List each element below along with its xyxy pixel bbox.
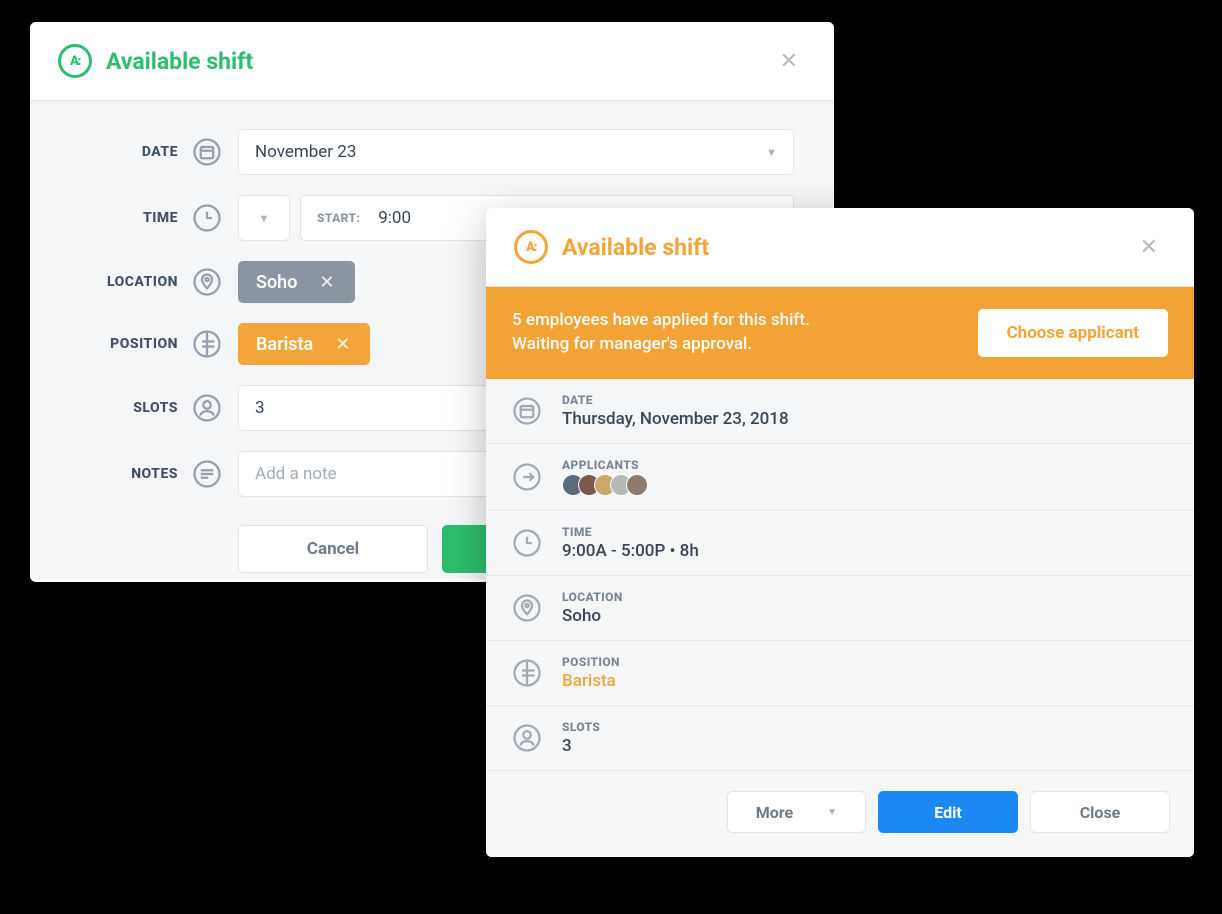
slots-value: 3	[255, 398, 265, 418]
detail-applicants-row: APPLICANTS	[486, 444, 1194, 511]
detail-location-row: LOCATION Soho	[486, 576, 1194, 641]
time-label: TIME	[562, 525, 1170, 539]
position-value: Barista	[562, 671, 1170, 691]
chevron-down-icon: ▼	[259, 212, 270, 225]
date-value: Thursday, November 23, 2018	[562, 409, 1170, 429]
banner-text: 5 employees have applied for this shift.…	[512, 309, 810, 357]
location-label: LOCATION	[58, 274, 178, 290]
detail-time-row: TIME 9:00A - 5:00P • 8h	[486, 511, 1194, 576]
time-value: 9:00A - 5:00P • 8h	[562, 541, 1170, 561]
avatar[interactable]	[626, 474, 648, 496]
clock-icon	[510, 526, 544, 560]
modal-footer: More ▼ Edit Close	[486, 771, 1194, 857]
shift-detail-modal: A: Available shift ✕ 5 employees have ap…	[486, 208, 1194, 857]
choose-applicant-button[interactable]: Choose applicant	[978, 309, 1168, 357]
clock-icon	[190, 201, 224, 235]
start-value: 9:00	[378, 208, 411, 228]
close-icon[interactable]: ✕	[772, 45, 806, 78]
app-logo-icon: A:	[514, 230, 548, 264]
position-label: POSITION	[58, 336, 178, 352]
applicants-icon	[510, 460, 544, 494]
banner-line2: Waiting for manager's approval.	[512, 333, 810, 357]
modal-title: Available shift	[562, 234, 709, 261]
slots-icon	[510, 721, 544, 755]
position-chip: Barista ✕	[238, 323, 370, 365]
location-icon	[190, 265, 224, 299]
detail-position-row: POSITION Barista	[486, 641, 1194, 706]
date-value: November 23	[255, 142, 356, 162]
location-value: Soho	[562, 606, 1170, 626]
remove-position-icon[interactable]: ✕	[329, 334, 356, 355]
detail-list: DATE Thursday, November 23, 2018 APPLICA…	[486, 379, 1194, 857]
calendar-icon	[510, 394, 544, 428]
time-label: TIME	[58, 210, 178, 226]
position-icon	[510, 656, 544, 690]
detail-date-row: DATE Thursday, November 23, 2018	[486, 379, 1194, 444]
banner-line1: 5 employees have applied for this shift.	[512, 309, 810, 333]
modal-title: Available shift	[106, 48, 253, 75]
chevron-down-icon: ▼	[827, 807, 837, 818]
date-label: DATE	[562, 393, 1170, 407]
modal-header: A: Available shift ✕	[486, 208, 1194, 287]
location-icon	[510, 591, 544, 625]
more-dropdown[interactable]: More ▼	[727, 791, 866, 833]
modal-header: A: Available shift ✕	[30, 22, 834, 101]
location-chip-text: Soho	[256, 272, 297, 293]
position-chip-text: Barista	[256, 334, 313, 355]
calendar-icon	[190, 135, 224, 169]
date-label: DATE	[58, 144, 178, 160]
applicant-avatars[interactable]	[562, 474, 1170, 496]
date-row: DATE November 23 ▼	[58, 129, 794, 175]
location-label: LOCATION	[562, 590, 1170, 604]
slots-label: SLOTS	[58, 400, 178, 416]
date-select[interactable]: November 23 ▼	[238, 129, 794, 175]
time-preset-select[interactable]: ▼	[238, 195, 290, 241]
notes-label: NOTES	[58, 466, 178, 482]
edit-button[interactable]: Edit	[878, 791, 1018, 833]
cancel-button[interactable]: Cancel	[238, 525, 428, 573]
start-prefix: START:	[317, 211, 360, 225]
chevron-down-icon: ▼	[766, 146, 777, 159]
close-icon[interactable]: ✕	[1132, 231, 1166, 264]
location-chip: Soho ✕	[238, 261, 355, 303]
status-banner: 5 employees have applied for this shift.…	[486, 287, 1194, 379]
app-logo-icon: A:	[58, 44, 92, 78]
slots-icon	[190, 391, 224, 425]
position-icon	[190, 327, 224, 361]
slots-value: 3	[562, 736, 1170, 756]
close-button[interactable]: Close	[1030, 791, 1170, 833]
remove-location-icon[interactable]: ✕	[313, 272, 340, 293]
notes-placeholder: Add a note	[255, 464, 337, 484]
detail-slots-row: SLOTS 3	[486, 706, 1194, 771]
notes-icon	[190, 457, 224, 491]
applicants-label: APPLICANTS	[562, 458, 1170, 472]
slots-label: SLOTS	[562, 720, 1170, 734]
position-label: POSITION	[562, 655, 1170, 669]
